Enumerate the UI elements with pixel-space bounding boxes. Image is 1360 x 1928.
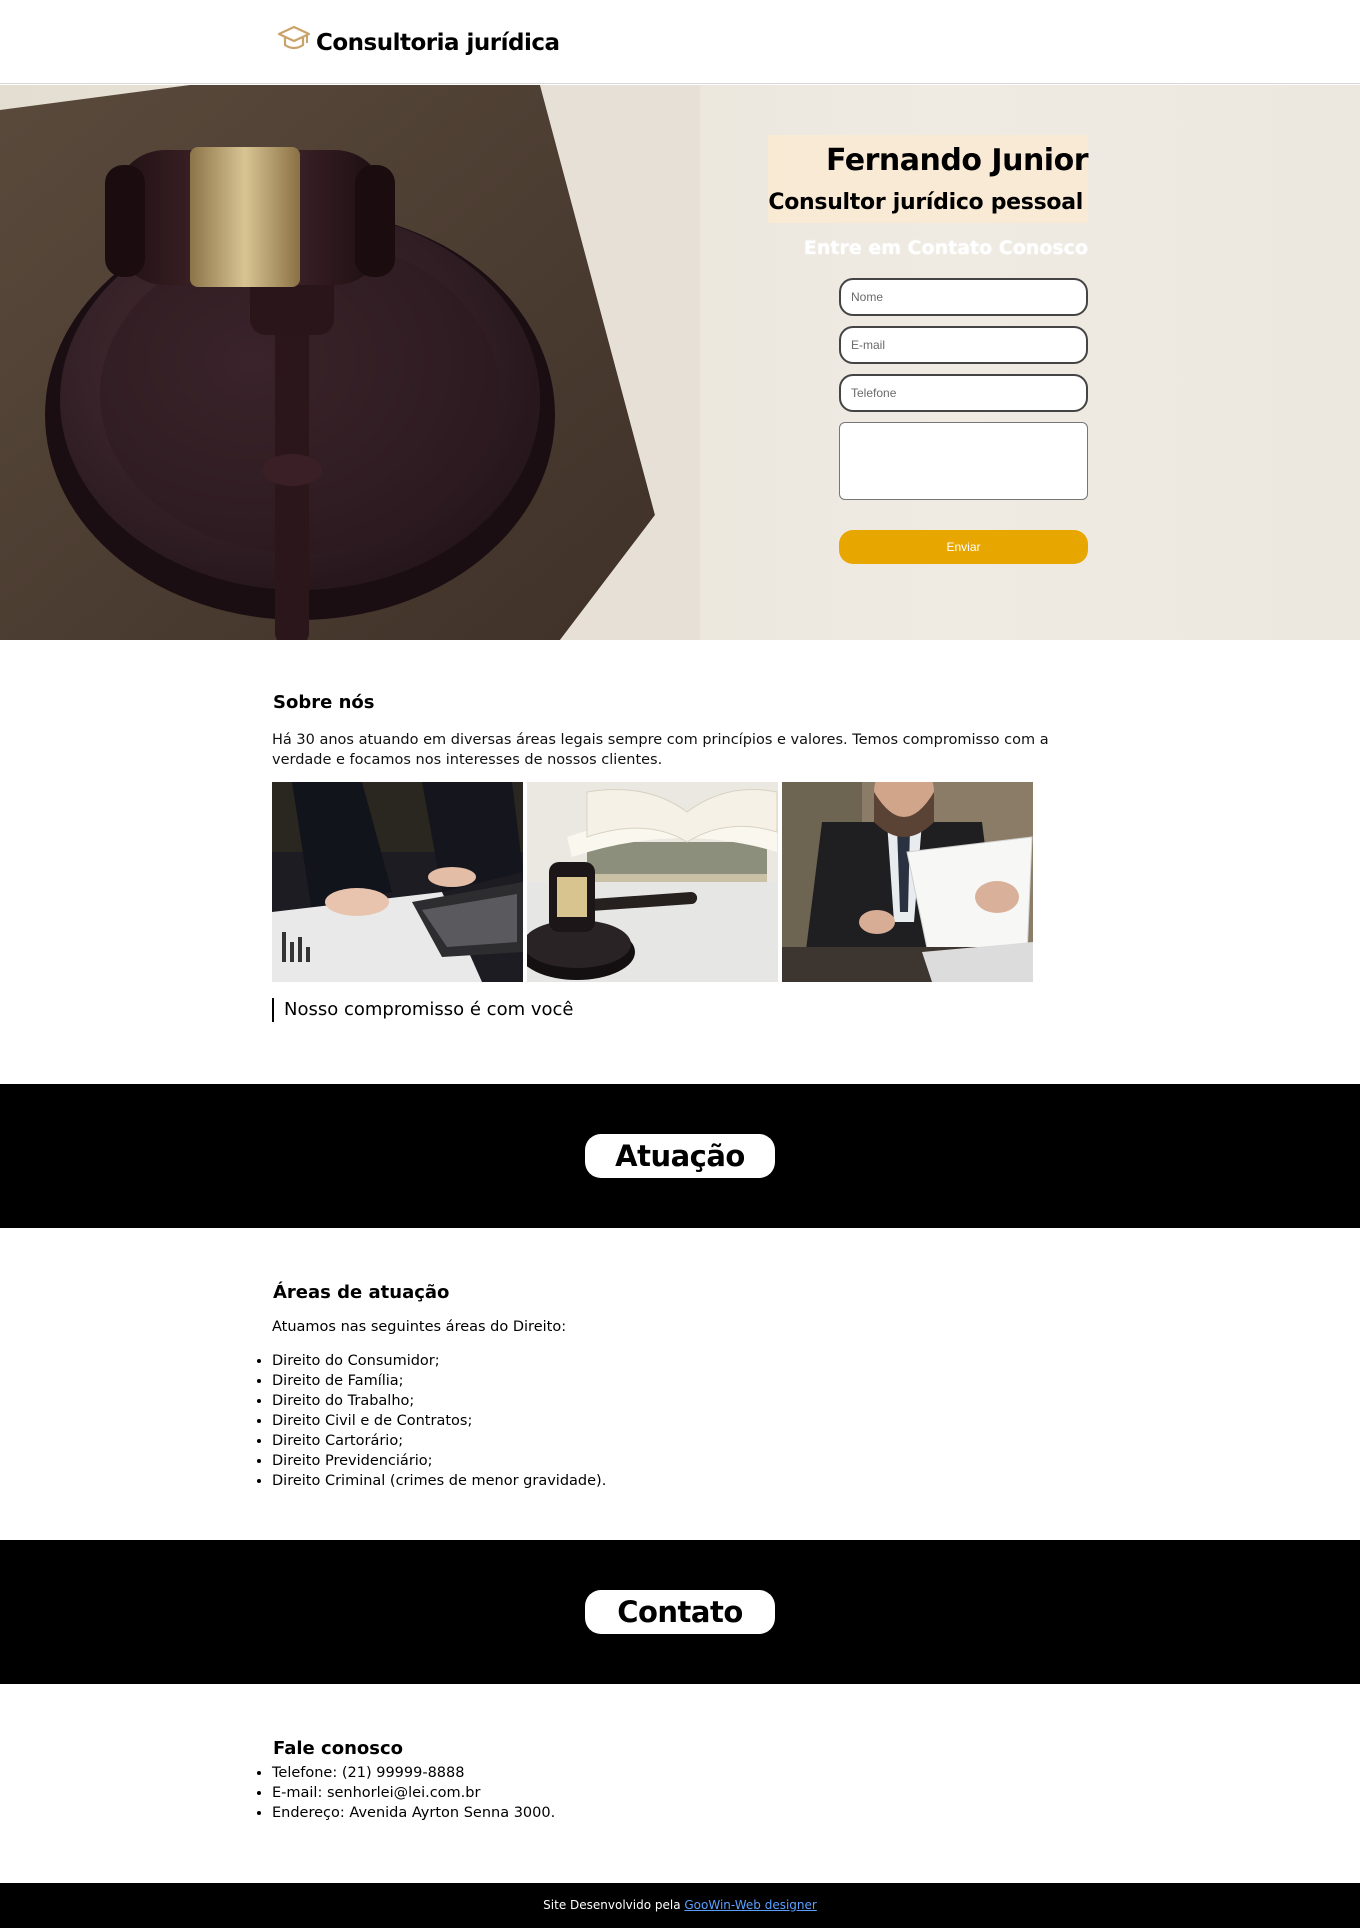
- areas-intro: Atuamos nas seguintes áreas do Direito:: [272, 1319, 567, 1335]
- name-input[interactable]: [839, 278, 1088, 316]
- about-text: Há 30 anos atuando em diversas áreas leg…: [272, 732, 1049, 768]
- brand-name[interactable]: Consultoria jurídica: [316, 32, 560, 55]
- photo-signing-document: [272, 782, 523, 982]
- footer-credit: Site Desenvolvido pela: [543, 1898, 685, 1912]
- list-item: Direito do Consumidor;: [272, 1351, 606, 1371]
- gavel-hero-image: [0, 85, 700, 640]
- atuacao-band: Atuação: [0, 1084, 1360, 1228]
- contact-email: E-mail: senhorlei@lei.com.br: [272, 1783, 555, 1803]
- message-textarea[interactable]: [839, 422, 1088, 500]
- contact-form-title: Entre em Contato Conosco: [803, 237, 1088, 259]
- list-item: Direito do Trabalho;: [272, 1391, 606, 1411]
- site-header: Consultoria jurídica: [0, 0, 1360, 84]
- commitment-quote: Nosso compromisso é com você: [272, 998, 573, 1022]
- contact-phone: Telefone: (21) 99999-8888: [272, 1763, 555, 1783]
- hero-name: Fernando Junior: [826, 143, 1088, 178]
- designer-link[interactable]: GooWin-Web designer: [684, 1898, 816, 1912]
- hero-section: Fernando Junior Consultor jurídico pesso…: [0, 85, 1360, 640]
- email-input[interactable]: [839, 326, 1088, 364]
- graduation-cap-icon: [276, 23, 312, 55]
- photo-gavel-and-book: [527, 782, 778, 982]
- about-title: Sobre nós: [273, 692, 375, 713]
- hero-subtitle: Consultor jurídico pessoal: [768, 190, 1083, 215]
- contato-heading: Contato: [585, 1590, 775, 1634]
- send-button[interactable]: Enviar: [839, 530, 1088, 564]
- contato-band: Contato: [0, 1540, 1360, 1684]
- list-item: Direito Criminal (crimes de menor gravid…: [272, 1471, 606, 1491]
- list-item: Direito Civil e de Contratos;: [272, 1411, 606, 1431]
- talk-to-us-title: Fale conosco: [273, 1738, 403, 1759]
- areas-title: Áreas de atuação: [273, 1282, 450, 1303]
- list-item: Direito de Família;: [272, 1371, 606, 1391]
- contact-address: Endereço: Avenida Ayrton Senna 3000.: [272, 1803, 555, 1823]
- areas-list: Direito do Consumidor; Direito de Famíli…: [272, 1351, 606, 1491]
- site-footer: Site Desenvolvido pela GooWin-Web design…: [0, 1883, 1360, 1928]
- contact-list: Telefone: (21) 99999-8888 E-mail: senhor…: [272, 1763, 555, 1823]
- photo-man-reading: [782, 782, 1033, 982]
- phone-input[interactable]: [839, 374, 1088, 412]
- list-item: Direito Previdenciário;: [272, 1451, 606, 1471]
- list-item: Direito Cartorário;: [272, 1431, 606, 1451]
- atuacao-heading: Atuação: [585, 1134, 775, 1178]
